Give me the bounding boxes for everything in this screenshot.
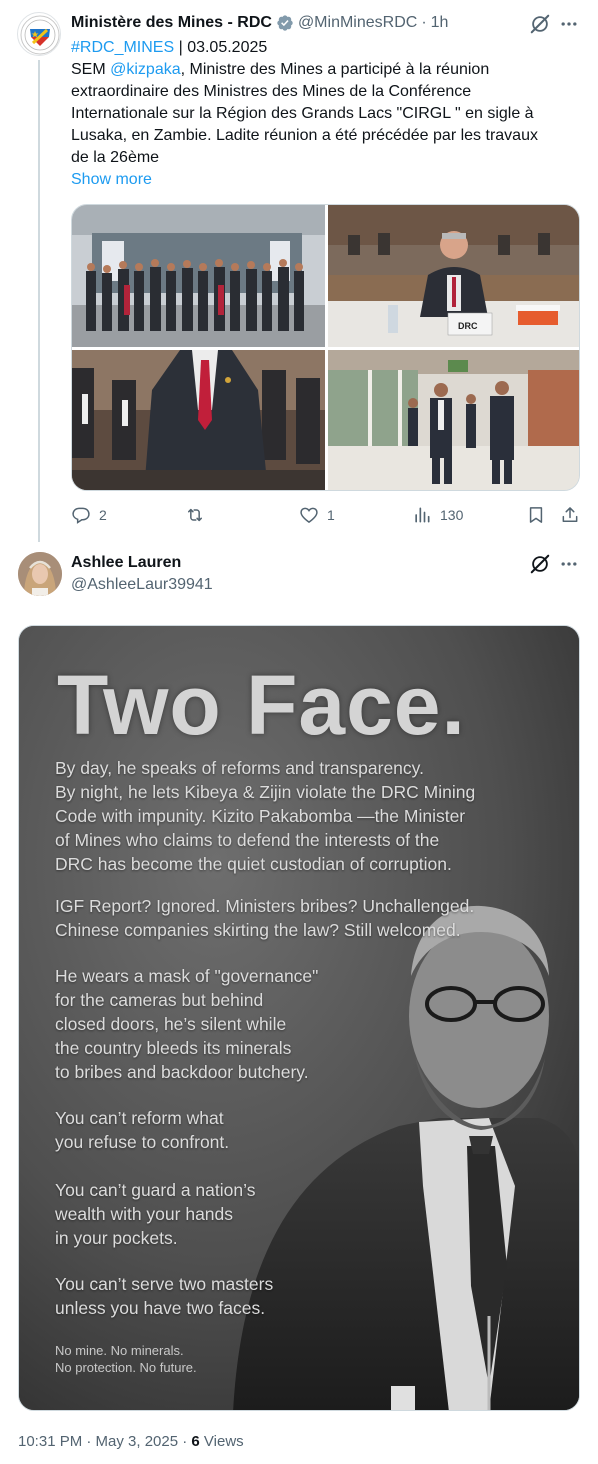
poster-line: You can’t serve two masters (55, 1274, 274, 1294)
poster-line: By night, he lets Kibeya & Zijin violate… (55, 782, 476, 802)
reply-count: 2 (99, 507, 107, 523)
views-count: 6 (191, 1433, 200, 1450)
group-photo[interactable] (72, 205, 325, 347)
views-count: 130 (440, 507, 464, 523)
drc-placard-label: DRC (458, 321, 478, 331)
poster-paragraph: By day, he speaks of reforms and transpa… (55, 756, 475, 876)
text-segment: , Ministre des Mines a participé à la ré… (180, 61, 490, 78)
tweet-actions: 2 1 130 (71, 505, 580, 527)
poster-paragraph: He wears a mask of "governance" for the … (55, 964, 318, 1084)
grok-icon[interactable] (529, 13, 551, 35)
ministry-seal-logo (20, 15, 60, 55)
poster-closing: No mine. No minerals. No protection. No … (55, 1342, 197, 1376)
poster-line: in your pockets. (55, 1228, 178, 1248)
avatar[interactable] (18, 552, 62, 596)
poster-line: you refuse to confront. (55, 1132, 230, 1152)
poster-line: IGF Report? Ignored. Ministers bribes? U… (55, 896, 475, 916)
share-button[interactable] (560, 505, 580, 525)
hashtag-link[interactable]: #RDC_MINES (71, 39, 174, 56)
more-options-icon[interactable] (559, 14, 579, 34)
bookmark-icon (526, 505, 546, 525)
media-grid: DRC (71, 204, 580, 491)
poster-paragraph: IGF Report? Ignored. Ministers bribes? U… (55, 894, 474, 942)
show-more-link[interactable]: Show more (71, 170, 152, 190)
text-line: Internationale sur la Région des Grands … (71, 105, 534, 122)
poster-line: of Mines who claims to defend the intere… (55, 830, 440, 850)
like-count: 1 (327, 507, 335, 523)
poster-line: He wears a mask of "governance" (55, 966, 319, 986)
poster-line: to bribes and backdoor butchery. (55, 1062, 309, 1082)
views-chart-icon (412, 505, 432, 525)
poster-line: Code with impunity. Kizito Pakabomba —th… (55, 806, 466, 826)
poster-line: Chinese companies skirting the law? Stil… (55, 920, 461, 940)
views-label: Views (199, 1433, 244, 1450)
poster-paragraph: You can’t guard a nation’s wealth with y… (55, 1178, 255, 1250)
poster-line: closed doors, he’s silent while (55, 1014, 287, 1034)
reply-icon (71, 505, 91, 525)
poster-closing-line: No protection. No future. (55, 1360, 197, 1375)
repost-button[interactable] (185, 505, 213, 525)
text-segment: | 03.05.2025 (174, 39, 268, 56)
hallway-photo[interactable] (328, 350, 579, 490)
reply-button[interactable]: 2 (71, 505, 107, 525)
poster-image[interactable]: Two Face. By day, he speaks of reforms a… (18, 625, 580, 1411)
heart-icon (299, 505, 319, 525)
poster-closing-line: No mine. No minerals. (55, 1343, 184, 1358)
poster-line: for the cameras but behind (55, 990, 264, 1010)
poster-line: unless you have two faces. (55, 1298, 266, 1318)
mention-link[interactable]: @kizpaka (110, 61, 181, 78)
grok-icon[interactable] (529, 553, 551, 575)
tweet-timestamp[interactable]: 10:31 PM · May 3, 2025 · (18, 1433, 191, 1450)
repost-icon (185, 505, 205, 525)
poster-paragraph: You can’t serve two masters unless you h… (55, 1272, 273, 1320)
views-button[interactable]: 130 (412, 505, 463, 525)
separator-dot: · (421, 14, 427, 31)
poster-title: Two Face. (57, 658, 466, 752)
bookmark-button[interactable] (526, 505, 546, 525)
text-line: Lusaka, en Zambie. Ladite réunion a été … (71, 127, 538, 144)
tweet-metadata: 10:31 PM · May 3, 2025 · 6 Views (18, 1432, 244, 1452)
text-segment: SEM (71, 61, 111, 78)
meeting-desk-photo[interactable]: DRC (328, 205, 579, 347)
text-line: de la 26ème (71, 149, 160, 166)
display-name[interactable]: Ministère des Mines - RDC (71, 13, 272, 33)
handle[interactable]: @AshleeLaur39941 (71, 575, 213, 595)
tweet-text: #RDC_MINES | 03.05.2025 SEM @kizpaka, Mi… (71, 37, 587, 169)
poster-line: wealth with your hands (55, 1204, 234, 1224)
poster-line: You can’t guard a nation’s (55, 1180, 256, 1200)
tweet-header: Ministère des Mines - RDC @MinMinesRDC ·… (71, 13, 448, 33)
poster-line: DRC has become the quiet custodian of co… (55, 854, 452, 874)
share-icon (560, 505, 580, 525)
profile-photo (18, 552, 62, 596)
tweet-time[interactable]: 1h (431, 13, 449, 33)
poster-line: You can’t reform what (55, 1108, 224, 1128)
verified-gray-badge-icon (276, 14, 294, 32)
thread-connector-line (38, 60, 40, 542)
like-button[interactable]: 1 (299, 505, 335, 525)
handle[interactable]: @MinMinesRDC (298, 13, 417, 33)
poster-line: the country bleeds its minerals (55, 1038, 292, 1058)
poster-line: By day, he speaks of reforms and transpa… (55, 758, 424, 778)
more-options-icon[interactable] (559, 554, 579, 574)
text-line: extraordinaire des Ministres des Mines d… (71, 83, 472, 100)
poster-paragraph: You can’t reform what you refuse to conf… (55, 1106, 229, 1154)
display-name[interactable]: Ashlee Lauren (71, 553, 181, 573)
avatar[interactable] (17, 12, 61, 56)
suit-closeup-photo[interactable] (72, 350, 325, 490)
